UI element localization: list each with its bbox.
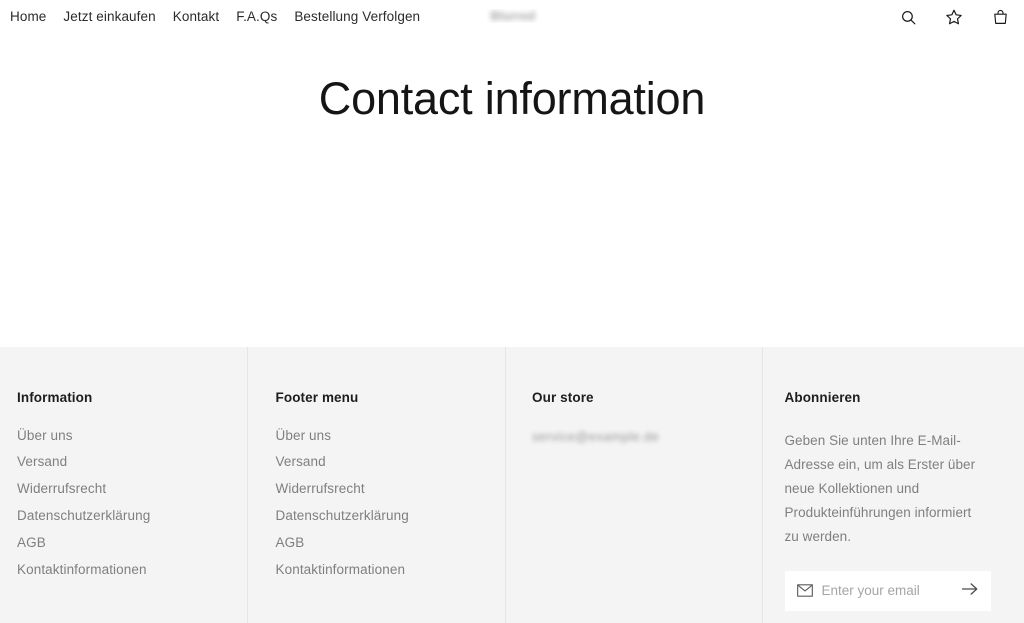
footer-link-versand[interactable]: Versand bbox=[17, 454, 247, 470]
nav-item-home[interactable]: Home bbox=[10, 10, 46, 24]
header-icon-group bbox=[898, 7, 1010, 27]
footer-menu-link-kontaktinformationen[interactable]: Kontaktinformationen bbox=[276, 562, 506, 578]
nav-item-shop-now[interactable]: Jetzt einkaufen bbox=[63, 10, 155, 24]
footer-menu-link-widerrufsrecht[interactable]: Widerrufsrecht bbox=[276, 481, 506, 497]
newsletter-email-input[interactable] bbox=[821, 583, 948, 599]
footer-link-list-information: Über uns Versand Widerrufsrecht Datensch… bbox=[17, 428, 247, 578]
footer-link-ueber-uns[interactable]: Über uns bbox=[17, 428, 247, 444]
brand-logo-text: Blurred bbox=[490, 9, 536, 23]
site-header: Home Jetzt einkaufen Kontakt F.A.Qs Best… bbox=[0, 0, 1024, 34]
footer-heading-newsletter: Abonnieren bbox=[784, 390, 861, 405]
footer-menu-link-datenschutzerklaerung[interactable]: Datenschutzerklärung bbox=[276, 508, 506, 524]
shopping-bag-icon[interactable] bbox=[990, 7, 1010, 27]
footer-link-agb[interactable]: AGB bbox=[17, 535, 247, 551]
store-address: service@example.de bbox=[532, 428, 659, 444]
nav-item-kontakt[interactable]: Kontakt bbox=[173, 10, 219, 24]
footer-menu-link-agb[interactable]: AGB bbox=[276, 535, 506, 551]
footer-heading-information: Information bbox=[17, 390, 93, 405]
footer-heading-our-store: Our store bbox=[532, 390, 594, 405]
footer-menu-link-ueber-uns[interactable]: Über uns bbox=[276, 428, 506, 444]
search-icon[interactable] bbox=[898, 7, 918, 27]
footer-column-newsletter: Abonnieren Geben Sie unten Ihre E-Mail-A… bbox=[763, 347, 1024, 623]
nav-item-faqs[interactable]: F.A.Qs bbox=[236, 10, 277, 24]
site-footer: Information Über uns Versand Widerrufsre… bbox=[0, 347, 1024, 623]
newsletter-submit-button[interactable] bbox=[957, 578, 983, 604]
wishlist-star-icon[interactable] bbox=[944, 7, 964, 27]
main-navigation: Home Jetzt einkaufen Kontakt F.A.Qs Best… bbox=[10, 10, 420, 24]
footer-column-information: Information Über uns Versand Widerrufsre… bbox=[0, 347, 248, 623]
nav-item-track-order[interactable]: Bestellung Verfolgen bbox=[294, 10, 420, 24]
footer-heading-footer-menu: Footer menu bbox=[275, 390, 359, 405]
brand-logo[interactable]: Blurred bbox=[486, 9, 540, 23]
footer-link-list-footer-menu: Über uns Versand Widerrufsrecht Datensch… bbox=[276, 428, 506, 578]
footer-menu-link-versand[interactable]: Versand bbox=[276, 454, 506, 470]
arrow-right-icon bbox=[961, 581, 979, 600]
envelope-icon bbox=[796, 584, 813, 597]
footer-link-widerrufsrecht[interactable]: Widerrufsrecht bbox=[17, 481, 247, 497]
newsletter-signup-form bbox=[784, 570, 991, 611]
page-title: Contact information bbox=[318, 73, 706, 124]
footer-link-kontaktinformationen[interactable]: Kontaktinformationen bbox=[17, 562, 247, 578]
footer-column-our-store: Our store service@example.de bbox=[506, 347, 763, 623]
main-content: Contact information bbox=[0, 34, 1024, 347]
page-root: Home Jetzt einkaufen Kontakt F.A.Qs Best… bbox=[0, 0, 1024, 623]
footer-column-footer-menu: Footer menu Über uns Versand Widerrufsre… bbox=[248, 347, 506, 623]
footer-link-datenschutzerklaerung[interactable]: Datenschutzerklärung bbox=[17, 508, 247, 524]
newsletter-description: Geben Sie unten Ihre E-Mail-Adresse ein,… bbox=[784, 432, 976, 544]
